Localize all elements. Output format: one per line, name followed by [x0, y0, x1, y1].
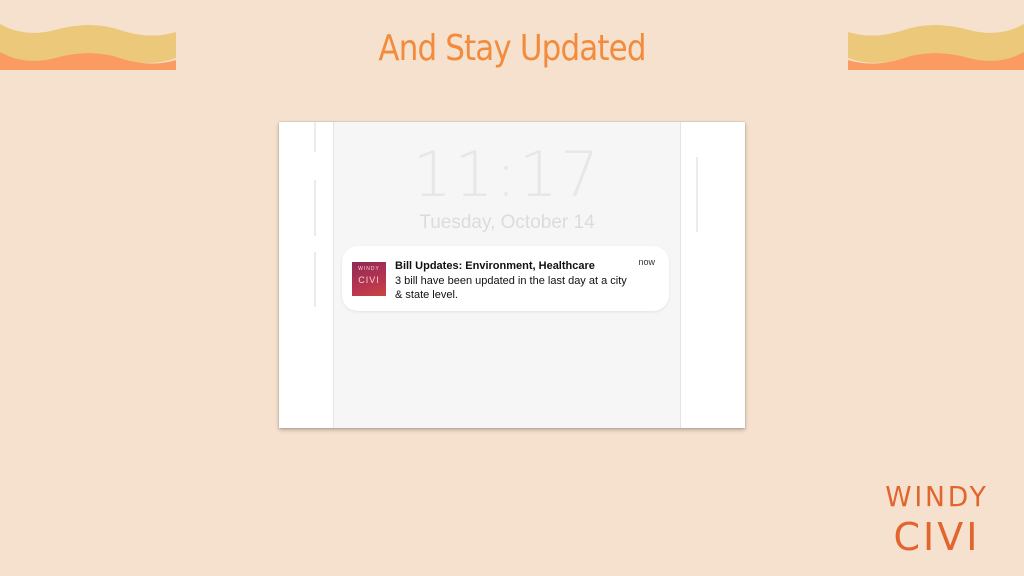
scroll-rail-left — [314, 122, 316, 152]
logo-line-windy: WINDY — [885, 480, 989, 513]
notification-time: now — [638, 257, 655, 267]
lock-screen-time: 11:17 — [412, 138, 602, 211]
windy-civi-app-icon: WINDY CIVI — [352, 262, 386, 296]
push-notification[interactable]: WINDY CIVI Bill Updates: Environment, He… — [342, 246, 669, 311]
lock-screen-date: Tuesday, October 14 — [419, 212, 595, 233]
phone-screenshot: 11:17 Tuesday, October 14 WINDY CIVI Bil… — [279, 122, 745, 428]
scroll-rail-left-2 — [314, 180, 316, 236]
scroll-rail-right — [696, 157, 698, 232]
slide-heading: And Stay Updated — [378, 28, 646, 69]
scroll-rail-left-3 — [314, 252, 316, 307]
windy-civi-logo: WINDY CIVI — [870, 480, 1004, 559]
notification-title: Bill Updates: Environment, Healthcare — [395, 260, 595, 272]
notification-body: 3 bill have been updated in the last day… — [395, 275, 627, 301]
logo-line-civi: CIVI — [893, 515, 981, 559]
